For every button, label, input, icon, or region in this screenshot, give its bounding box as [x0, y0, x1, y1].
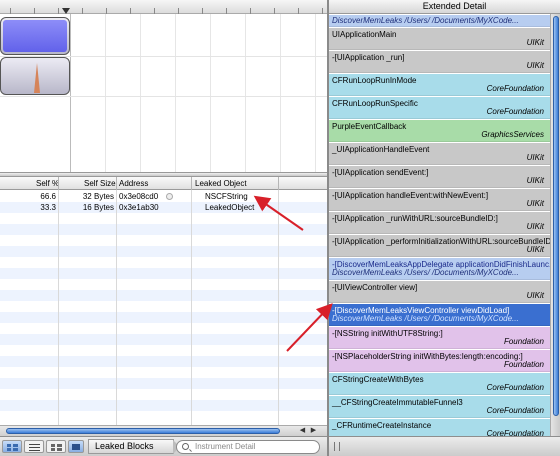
instrument-detail-search[interactable]: Instrument Detail — [176, 440, 320, 454]
frame-library: UIKit — [526, 291, 544, 300]
frame-function: __CFStringCreateImmutableFunnel3 — [332, 398, 463, 407]
table-header: Self % Self Size Address Leaked Object — [0, 177, 327, 190]
frame-function: DiscoverMemLeaks /Users/ /Documents/MyXC… — [332, 16, 519, 25]
timeline-panel[interactable] — [0, 0, 327, 172]
stack-frame[interactable]: _UIApplicationHandleEvent UIKit — [329, 143, 550, 165]
leaks-track[interactable] — [0, 57, 70, 95]
detail-bottom-bar — [329, 436, 560, 456]
frame-library: CoreFoundation — [486, 84, 544, 93]
frame-function: CFRunLoopRunInMode — [332, 76, 417, 85]
stack-frame[interactable]: -[UIApplication _runWithURL:sourceBundle… — [329, 212, 550, 234]
frame-library: GraphicsServices — [481, 130, 544, 139]
frame-function: _CFRuntimeCreateInstance — [332, 421, 432, 430]
cell-object: NSCFString — [205, 192, 248, 201]
frame-function: UIApplicationMain — [332, 30, 397, 39]
stack-frame[interactable]: CFStringCreateWithBytes CoreFoundation — [329, 373, 550, 395]
detail-vertical-scrollbar[interactable] — [550, 14, 560, 440]
cell-self-pct: 66.6 — [40, 192, 56, 201]
cell-self-pct: 33.3 — [40, 203, 56, 212]
stack-frame[interactable]: CFRunLoopRunInMode CoreFoundation — [329, 74, 550, 96]
stack-frame[interactable]: __CFStringCreateImmutableFunnel3 CoreFoun… — [329, 396, 550, 418]
detail-scroll-thumb[interactable] — [553, 16, 559, 416]
frame-function: _UIApplicationHandleEvent — [332, 145, 430, 154]
frame-library: UIKit — [526, 245, 544, 254]
leaks-table: Self % Self Size Address Leaked Object 6… — [0, 177, 327, 425]
stack-frame[interactable]: -[UIApplication _run] UIKit — [329, 51, 550, 73]
frame-function: CFRunLoopRunSpecific — [332, 99, 418, 108]
horizontal-scrollbar[interactable]: ◀ ▶ — [0, 425, 327, 436]
leak-spike — [34, 63, 40, 93]
frame-function: -[UIApplication _runWithURL:sourceBundle… — [332, 214, 498, 223]
frame-function: -[NSString initWithUTF8String:] — [332, 329, 443, 338]
stack-frame[interactable]: -[UIApplication _performInitializationWi… — [329, 235, 556, 257]
focus-arrow-icon[interactable] — [166, 193, 173, 200]
extended-detail-panel: Extended Detail DiscoverMemLeaks /Users/… — [329, 0, 560, 456]
col-address[interactable]: Address — [119, 178, 148, 189]
col-self-percent[interactable]: Self % — [36, 178, 59, 189]
search-icon — [182, 443, 189, 450]
outline-view-button[interactable] — [24, 440, 44, 453]
frame-function: -[UIApplication sendEvent:] — [332, 168, 429, 177]
breadcrumb-leaked-blocks[interactable]: Leaked Blocks — [88, 439, 180, 454]
stack-frame[interactable]: CFRunLoopRunSpecific CoreFoundation — [329, 97, 550, 119]
bottom-toolbar: Leaked Blocks Instrument Detail — [0, 436, 327, 456]
frame-function: PurpleEventCallback — [332, 122, 407, 131]
stack-frame[interactable]: -[UIApplication sendEvent:] UIKit — [329, 166, 550, 188]
instruments-window: Self % Self Size Address Leaked Object 6… — [0, 0, 560, 456]
scroll-thumb[interactable] — [6, 428, 280, 434]
resize-grip-icon[interactable] — [334, 442, 340, 451]
col-leaked-object[interactable]: Leaked Object — [195, 178, 247, 189]
cell-self-size: 32 Bytes — [82, 192, 114, 201]
frame-library: Foundation — [503, 337, 544, 346]
scroll-right-icon[interactable]: ▶ — [309, 427, 318, 435]
stack-frame[interactable]: -[NSPlaceholderString initWithBytes:leng… — [329, 350, 550, 372]
playhead-icon[interactable] — [62, 8, 70, 14]
frame-library: UIKit — [526, 38, 544, 47]
frame-library: CoreFoundation — [486, 406, 544, 415]
allocations-graph — [3, 20, 67, 52]
table-view-button[interactable] — [2, 440, 22, 453]
frame-library: UIKit — [526, 199, 544, 208]
stack-frame[interactable]: -[UIApplication handleEvent:withNewEvent… — [329, 189, 550, 211]
stack-frame[interactable]: PurpleEventCallback GraphicsServices — [329, 120, 550, 142]
frame-library: UIKit — [526, 222, 544, 231]
col-self-size[interactable]: Self Size — [84, 178, 116, 189]
stack-frame[interactable]: -[UIViewController view] UIKit — [329, 281, 550, 303]
stack-frame[interactable]: DiscoverMemLeaks /Users/ /Documents/MyXC… — [329, 15, 550, 27]
extended-detail-title: Extended Detail — [329, 0, 560, 14]
frame-function: -[NSPlaceholderString initWithBytes:leng… — [332, 352, 523, 361]
cell-self-size: 16 Bytes — [82, 203, 114, 212]
stack-frame[interactable]: -[DiscoverMemLeaksViewController viewDid… — [329, 304, 550, 326]
frame-function: -[UIApplication handleEvent:withNewEvent… — [332, 191, 489, 200]
frame-function: -[UIApplication _run] — [332, 53, 405, 62]
frame-library: DiscoverMemLeaks /Users/ /Documents/MyXC… — [332, 268, 519, 277]
stack-frame[interactable]: -[DiscoverMemLeaksAppDelegate applicatio… — [329, 258, 556, 280]
allocations-track[interactable] — [0, 17, 70, 55]
frame-library: UIKit — [526, 61, 544, 70]
cell-object: LeakedObject — [205, 203, 255, 212]
frame-function: -[UIApplication _performInitializationWi… — [332, 237, 556, 246]
frame-library: UIKit — [526, 153, 544, 162]
time-ruler[interactable] — [0, 0, 327, 14]
stack-frame[interactable]: UIApplicationMain UIKit — [329, 28, 550, 50]
cell-address: 0x3e1ab30 — [119, 203, 159, 212]
scroll-left-icon[interactable]: ◀ — [298, 427, 307, 435]
frame-library: CoreFoundation — [486, 383, 544, 392]
search-placeholder: Instrument Detail — [195, 442, 256, 451]
frame-library: UIKit — [526, 176, 544, 185]
stack-frame[interactable]: -[NSString initWithUTF8String:] Foundatio… — [329, 327, 550, 349]
detail-view-button[interactable] — [68, 440, 84, 453]
diagram-view-button[interactable] — [46, 440, 66, 453]
frame-library: DiscoverMemLeaks /Users/ /Documents/MyXC… — [332, 314, 519, 323]
frame-function: CFStringCreateWithBytes — [332, 375, 424, 384]
frame-library: Foundation — [503, 360, 544, 369]
frame-library: CoreFoundation — [486, 107, 544, 116]
frame-function: -[UIViewController view] — [332, 283, 418, 292]
